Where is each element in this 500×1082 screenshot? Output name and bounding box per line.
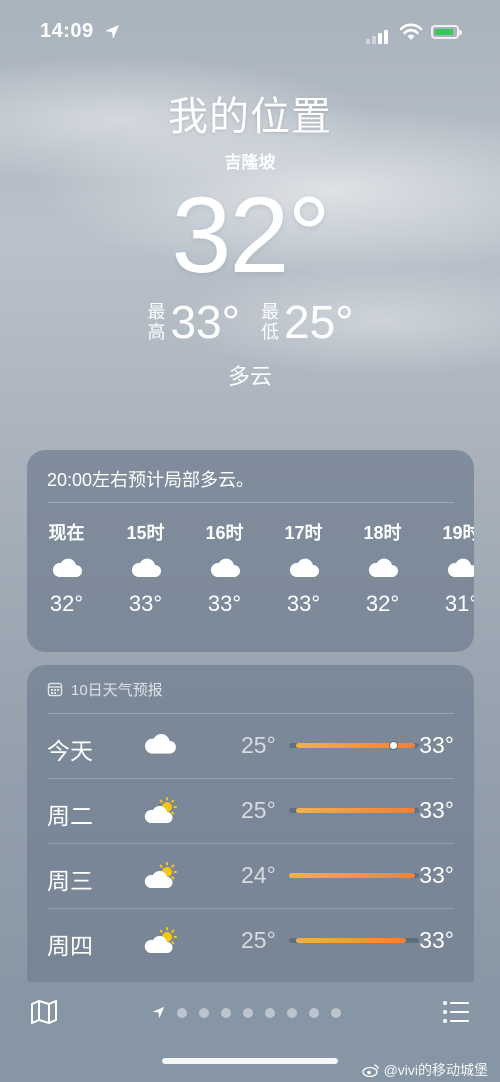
page-dot[interactable] [199, 1007, 209, 1018]
page-indicator[interactable] [152, 1006, 341, 1019]
partly-sunny-icon [144, 862, 177, 888]
location-title: 我的位置 [168, 95, 332, 139]
hour-label: 18时 [363, 523, 402, 543]
calendar-icon [47, 682, 63, 697]
cloud-icon [447, 558, 474, 577]
hour-item: 现在 32° [27, 519, 106, 617]
cloud-icon [368, 558, 398, 577]
location-page-icon[interactable] [152, 1006, 165, 1019]
temperature-range-bar [289, 742, 419, 749]
condition-text: 多云 [227, 364, 272, 389]
cloud-icon [145, 733, 176, 754]
hour-label: 16时 [205, 523, 244, 543]
low-temp: 25° [241, 797, 276, 823]
daily-title: 10日天气预报 [71, 682, 163, 699]
wifi-icon [399, 23, 423, 40]
cloud-icon [289, 558, 319, 577]
watermark: @vivi的移动城堡 [362, 1060, 488, 1080]
day-label: 周二 [47, 803, 93, 829]
hour-label: 17时 [284, 523, 323, 543]
hour-item: 18时 32° [343, 519, 422, 617]
hour-item: 17时 33° [264, 519, 343, 617]
partly-sunny-icon [144, 797, 177, 823]
temperature-range-bar [289, 938, 419, 943]
hourly-description: 20:00左右预计局部多云。 [47, 470, 255, 490]
current-temp-marker [389, 742, 397, 749]
cloud-icon [210, 558, 240, 577]
hour-label: 现在 [48, 523, 85, 543]
hour-temperature: 33° [207, 591, 242, 616]
weibo-logo-icon [362, 1064, 379, 1078]
hour-item: 16时 33° [185, 519, 264, 617]
page-dot[interactable] [309, 1007, 319, 1018]
page-dot[interactable] [177, 1007, 187, 1018]
page-dot[interactable] [265, 1007, 275, 1018]
daily-header: 10日天气预报 [27, 665, 474, 713]
hour-temperature: 32° [365, 591, 400, 616]
hourly-forecast-card[interactable]: 20:00左右预计局部多云。 现在 32° 15时 33° 16时 33° 17… [27, 450, 474, 652]
daily-row[interactable]: 周三 24° 33° [47, 843, 454, 908]
hourly-list[interactable]: 现在 32° 15时 33° 16时 33° 17时 33° 18时 32° 1… [27, 503, 474, 617]
page-dot[interactable] [243, 1007, 253, 1018]
hour-temperature: 33° [286, 591, 321, 616]
partly-sunny-icon [144, 927, 177, 953]
high-temp: 33° [419, 862, 454, 888]
home-indicator[interactable] [162, 1058, 338, 1064]
hour-item: 15时 33° [106, 519, 185, 617]
hour-item: 19时 31° [422, 519, 474, 617]
low-temp: 24° [241, 862, 276, 888]
watermark-text: @vivi的移动城堡 [383, 1062, 488, 1078]
cellular-signal-icon [366, 26, 390, 44]
high-temp: 33° [419, 927, 454, 953]
map-icon[interactable] [30, 999, 58, 1025]
high-temp: 33° [419, 732, 454, 758]
low-temperature: 25° [284, 296, 354, 348]
ten-day-forecast-card[interactable]: 10日天气预报 今天 25° 33° 周二 25° 33° 周三 24° 33°… [27, 665, 474, 995]
location-arrow-icon [105, 25, 119, 39]
hour-label: 15时 [126, 523, 165, 543]
hour-temperature: 33° [128, 591, 163, 616]
low-label: 最低 [261, 302, 279, 342]
page-dot[interactable] [221, 1007, 231, 1018]
low-temp: 25° [241, 927, 276, 953]
list-icon[interactable] [442, 999, 470, 1025]
hour-label: 19时 [442, 523, 474, 543]
day-label: 周三 [47, 868, 93, 894]
temperature-range-bar [289, 873, 419, 878]
hour-temperature: 32° [49, 591, 84, 616]
current-weather: 我的位置 吉隆坡 32° 最高 33° 最低 25° 多云 [0, 84, 500, 391]
page-dot[interactable] [287, 1007, 297, 1018]
day-label: 今天 [47, 738, 93, 764]
cloud-icon [131, 558, 161, 577]
high-temperature: 33° [170, 296, 240, 348]
city-name: 吉隆坡 [224, 153, 276, 172]
current-temperature: 32° [171, 174, 330, 295]
high-label: 最高 [147, 302, 166, 342]
cloud-icon [52, 558, 82, 577]
status-time: 14:09 [40, 20, 94, 42]
day-label: 周四 [47, 933, 93, 959]
high-low: 最高 33° 最低 25° [0, 295, 500, 349]
page-dot[interactable] [331, 1007, 341, 1018]
high-temp: 33° [419, 797, 454, 823]
status-bar: 14:09 [0, 0, 500, 60]
daily-row[interactable]: 周四 25° 33° [47, 908, 454, 973]
low-temp: 25° [241, 732, 276, 758]
battery-icon [431, 25, 462, 39]
daily-row[interactable]: 今天 25° 33° [47, 713, 454, 778]
daily-row[interactable]: 周二 25° 33° [47, 778, 454, 843]
temperature-range-bar [289, 808, 419, 813]
hour-temperature: 31° [444, 591, 474, 616]
